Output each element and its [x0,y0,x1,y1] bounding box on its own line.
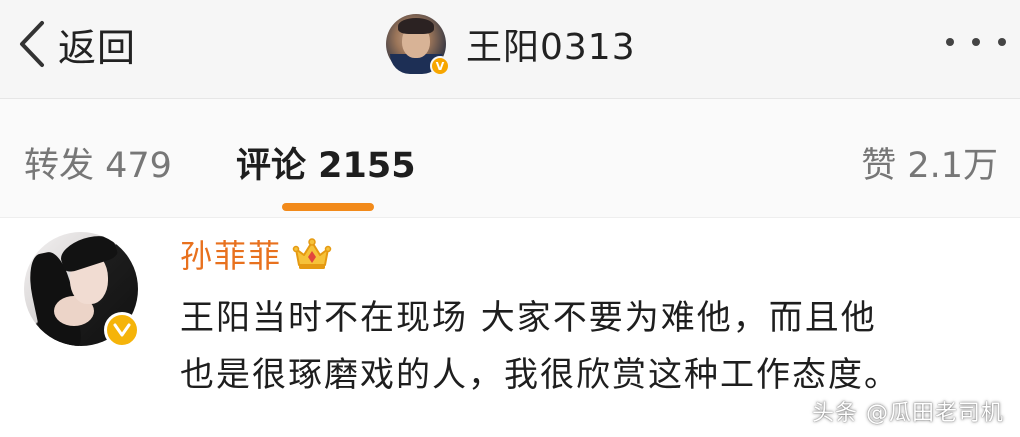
verified-icon [104,312,140,348]
comment-line: 王阳当时不在现场 大家不要为难他，而且他 [180,298,877,338]
comment-text: 王阳当时不在现场 大家不要为难他，而且他 也是很琢磨戏的人，我很欣赏这种工作态度… [180,290,1000,404]
tab-repost[interactable]: 转发 479 [24,137,172,188]
top-nav-bar: 返回 V 王阳0313 [0,0,1020,99]
tab-comments[interactable]: 评论 2155 [236,137,416,188]
comment-item: 孙菲菲 王阳当时不在现场 大家不要为难他，而且他 也是很琢磨戏的人，我很欣赏这种… [0,218,1020,437]
tab-likes[interactable]: 赞 2.1万 [861,137,998,188]
page-title: 王阳0313 [466,27,636,68]
commenter-name[interactable]: 孙菲菲 [180,231,282,277]
dot-icon [946,38,954,46]
chevron-left-icon [20,21,44,67]
verified-icon: V [430,56,450,76]
dot-icon [998,38,1006,46]
more-options-button[interactable] [946,32,1006,52]
interaction-tabs: 转发 479 评论 2155 赞 2.1万 [0,99,1020,218]
back-button[interactable]: 返回 [18,14,136,74]
back-label: 返回 [58,25,137,70]
comment-line: 也是很琢磨戏的人，我很欣赏这种工作态度。 [180,355,900,395]
active-tab-indicator [282,203,374,211]
author-avatar[interactable]: V [386,14,450,76]
dot-icon [972,38,980,46]
source-watermark: 头条 @瓜田老司机 [812,401,1004,426]
commenter-name-row: 孙菲菲 [180,230,332,278]
post-author-title[interactable]: V 王阳0313 [386,12,636,76]
crown-icon [292,238,332,269]
